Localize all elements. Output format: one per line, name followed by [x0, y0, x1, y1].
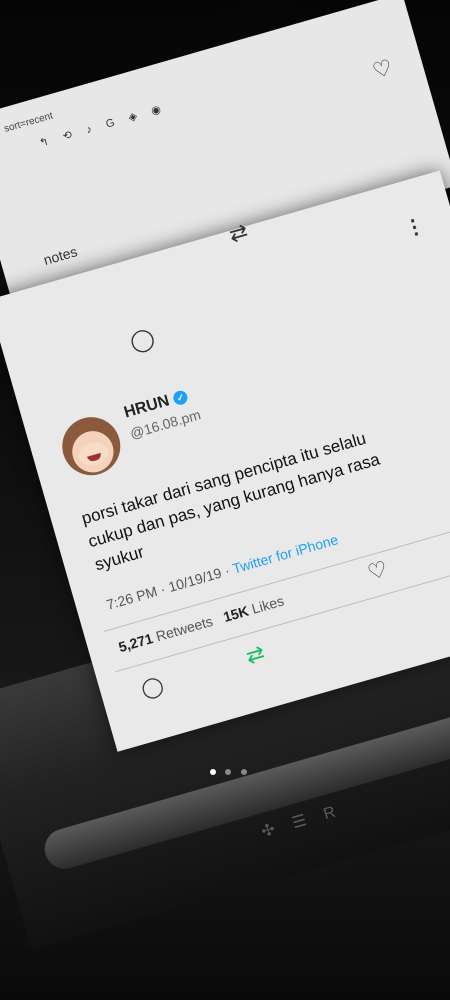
- retweets-count[interactable]: 5,271: [117, 630, 155, 655]
- google-icon[interactable]: G: [104, 117, 116, 131]
- tweet-text: porsi takar dari sang pencipta itu selal…: [79, 428, 382, 575]
- bookmark-icon[interactable]: ◈: [127, 110, 138, 124]
- carousel-dot[interactable]: [225, 769, 232, 775]
- key-glyph: ☰: [290, 812, 309, 833]
- carousel-dot-active[interactable]: [210, 769, 216, 775]
- retweet-active-icon[interactable]: ⇄: [243, 640, 268, 670]
- browser-toolbar: ↰ ⟲ ♪ G ◈ ◉: [38, 99, 174, 150]
- carousel-dot[interactable]: [240, 769, 247, 775]
- github-icon[interactable]: ◉: [150, 103, 163, 117]
- photo-background: ✣ ☰ R sort=recent ↰ ⟲ ♪ G ◈ ◉ ♡ notes ⇄ …: [0, 0, 450, 1000]
- more-options-icon[interactable]: ⋮: [401, 212, 427, 242]
- tiktok-icon[interactable]: ♪: [85, 123, 94, 136]
- tweet-source-link[interactable]: Twitter for iPhone: [231, 531, 340, 576]
- reply-icon[interactable]: ◯: [138, 672, 167, 702]
- like-icon[interactable]: ♡: [365, 556, 391, 586]
- key-glyph: R: [321, 803, 338, 824]
- notes-label: notes: [41, 243, 80, 268]
- likes-label: Likes: [249, 592, 286, 617]
- verified-badge-icon: ✓: [171, 388, 190, 407]
- reply-icon[interactable]: ◯: [127, 324, 158, 356]
- likes-count[interactable]: 15K: [221, 603, 250, 625]
- retweets-label: Retweets: [154, 612, 215, 645]
- browser-url: sort=recent: [2, 110, 55, 135]
- back-arrow-icon[interactable]: ↰: [38, 136, 50, 150]
- like-icon[interactable]: ♡: [370, 54, 396, 84]
- refresh-icon[interactable]: ⟲: [61, 129, 73, 143]
- avatar[interactable]: [55, 410, 128, 483]
- carousel-indicator: [210, 762, 252, 780]
